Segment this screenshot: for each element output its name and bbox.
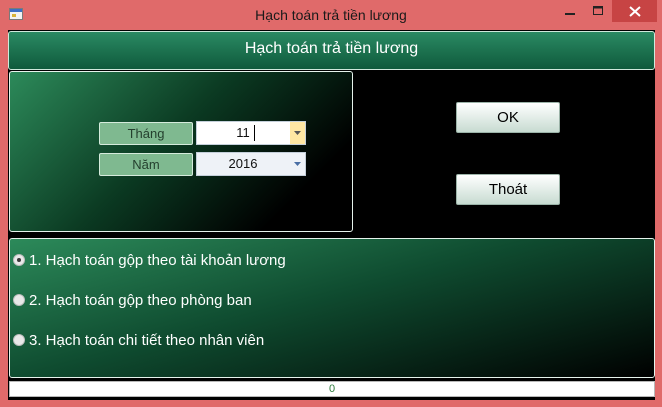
- year-dropdown-button[interactable]: [290, 153, 305, 175]
- year-label: Năm: [99, 153, 193, 176]
- option-label-3: 3. Hạch toán chi tiết theo nhân viên: [29, 331, 265, 349]
- chevron-down-icon: [294, 131, 301, 135]
- form-header: Hạch toán trả tiền lương: [8, 31, 655, 70]
- minimize-icon: [565, 13, 575, 15]
- maximize-icon: [593, 6, 603, 15]
- close-icon: [628, 5, 641, 17]
- radio-button-icon[interactable]: [13, 294, 25, 306]
- app-window: Hạch toán trả tiền lương Hạch toán trả t…: [0, 0, 662, 407]
- option-label-1: 1. Hạch toán gộp theo tài khoản lương: [29, 251, 286, 269]
- minimize-button[interactable]: [556, 0, 584, 22]
- progress-text: 0: [328, 383, 336, 395]
- text-cursor: [254, 125, 255, 141]
- option-radio-3[interactable]: 3. Hạch toán chi tiết theo nhân viên: [13, 330, 264, 350]
- chevron-down-icon: [294, 162, 301, 166]
- month-combobox[interactable]: 11: [196, 121, 306, 145]
- month-label: Tháng: [99, 122, 193, 145]
- options-panel: 1. Hạch toán gộp theo tài khoản lương 2.…: [9, 238, 655, 378]
- radio-button-icon[interactable]: [13, 254, 25, 266]
- option-label-2: 2. Hạch toán gộp theo phòng ban: [29, 291, 252, 309]
- year-combobox[interactable]: 2016: [196, 152, 306, 176]
- option-radio-2[interactable]: 2. Hạch toán gộp theo phòng ban: [13, 290, 252, 310]
- month-dropdown-button[interactable]: [290, 122, 305, 144]
- period-panel: Tháng 11 Năm 2016: [9, 71, 353, 232]
- radio-button-icon[interactable]: [13, 334, 25, 346]
- month-value: 11: [236, 125, 250, 140]
- title-bar[interactable]: Hạch toán trả tiền lương: [0, 0, 662, 30]
- ok-button[interactable]: OK: [456, 102, 560, 133]
- form-client-area: Hạch toán trả tiền lương Tháng 11 Năm 20…: [8, 30, 655, 400]
- form-header-title: Hạch toán trả tiền lương: [244, 40, 419, 57]
- option-radio-1[interactable]: 1. Hạch toán gộp theo tài khoản lương: [13, 250, 286, 270]
- progress-bar: 0: [9, 381, 655, 397]
- exit-button[interactable]: Thoát: [456, 174, 560, 205]
- maximize-button[interactable]: [584, 0, 612, 22]
- close-button[interactable]: [612, 0, 657, 22]
- year-value: 2016: [228, 156, 258, 171]
